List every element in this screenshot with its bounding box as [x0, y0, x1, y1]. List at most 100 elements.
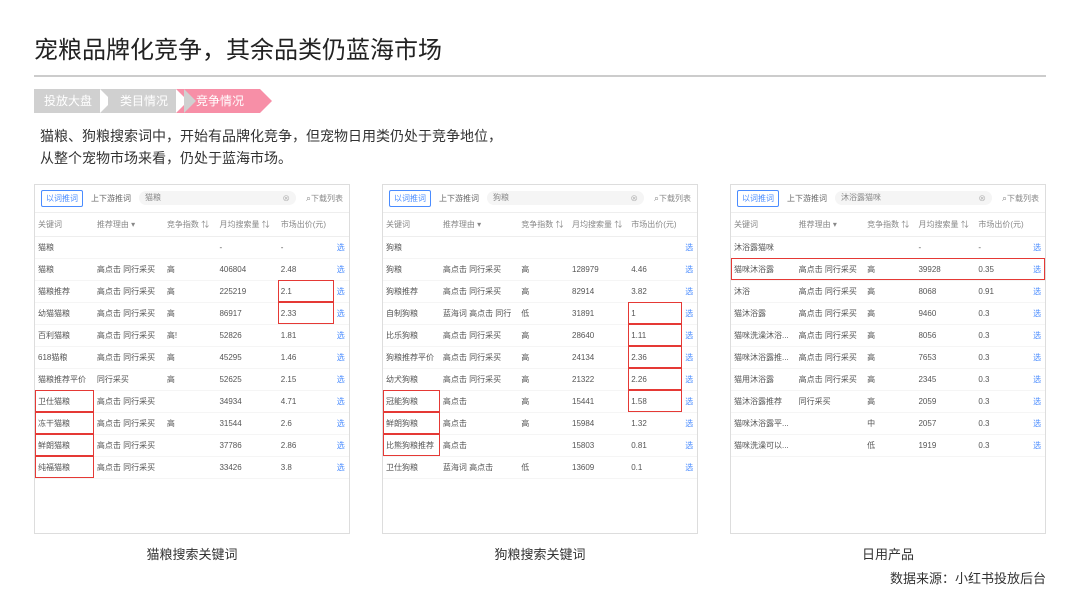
search-input[interactable]: 猫粮⊗ — [139, 191, 296, 205]
action-link[interactable]: 选 — [682, 368, 697, 390]
action-link[interactable]: 选 — [334, 456, 349, 478]
action-link[interactable]: 选 — [682, 390, 697, 412]
action-link[interactable]: 选 — [334, 368, 349, 390]
column-header[interactable]: 市场出价(元) — [278, 213, 334, 237]
volume-cell: 31544 — [216, 412, 277, 434]
column-header[interactable]: 关键词 — [731, 213, 796, 237]
volume-cell: 82914 — [569, 280, 628, 302]
action-link[interactable]: 选 — [334, 434, 349, 456]
tab-updown[interactable]: 上下游推词 — [783, 191, 831, 206]
reason-cell: 高点击 同行采买 — [94, 346, 164, 368]
clear-icon[interactable]: ⊗ — [978, 191, 986, 205]
tab-updown[interactable]: 上下游推词 — [87, 191, 135, 206]
column-header[interactable]: 市场出价(元) — [975, 213, 1030, 237]
clear-icon[interactable]: ⊗ — [282, 191, 290, 205]
action-link[interactable]: 选 — [682, 346, 697, 368]
bid-cell: 1.46 — [278, 346, 334, 368]
clear-icon[interactable]: ⊗ — [630, 191, 638, 205]
action-link[interactable]: 选 — [1030, 236, 1045, 258]
table-row: 狗粮推荐高点击 同行采买高829143.82选 — [383, 280, 697, 302]
action-link[interactable]: 选 — [1030, 324, 1045, 346]
action-link[interactable]: 选 — [682, 302, 697, 324]
keyword-cell: 狗粮推荐 — [383, 280, 440, 302]
bid-cell: 4.71 — [278, 390, 334, 412]
column-header[interactable]: 市场出价(元) — [628, 213, 682, 237]
bid-cell: 0.91 — [975, 280, 1030, 302]
column-header[interactable]: 月均搜索量 ⇅ — [915, 213, 975, 237]
column-header[interactable]: 关键词 — [383, 213, 440, 237]
keyword-cell: 自制狗粮 — [383, 302, 440, 324]
tab-updown[interactable]: 上下游推词 — [435, 191, 483, 206]
column-header[interactable]: 月均搜索量 ⇅ — [216, 213, 277, 237]
volume-cell: 15441 — [569, 390, 628, 412]
column-header[interactable] — [334, 213, 349, 237]
tab-word-suggest[interactable]: 以词推词 — [389, 190, 431, 207]
comp-cell: 高 — [518, 412, 569, 434]
download-link[interactable]: 下载列表 — [1007, 193, 1039, 204]
action-link[interactable]: 选 — [334, 390, 349, 412]
bid-cell: 0.3 — [975, 368, 1030, 390]
action-link[interactable]: 选 — [682, 412, 697, 434]
keyword-cell: 幼猫猫粮 — [35, 302, 94, 324]
tab-word-suggest[interactable]: 以词推词 — [737, 190, 779, 207]
action-link[interactable]: 选 — [682, 236, 697, 258]
action-link[interactable]: 选 — [1030, 346, 1045, 368]
comp-cell: 高 — [164, 258, 217, 280]
tab-word-suggest[interactable]: 以词推词 — [41, 190, 83, 207]
reason-cell: 高点击 同行采买 — [94, 280, 164, 302]
action-link[interactable]: 选 — [682, 434, 697, 456]
column-header[interactable]: 月均搜索量 ⇅ — [569, 213, 628, 237]
download-link[interactable]: 下载列表 — [659, 193, 691, 204]
volume-cell: 2057 — [915, 412, 975, 434]
volume-cell: - — [216, 236, 277, 258]
action-link[interactable]: 选 — [1030, 390, 1045, 412]
panel-dog-food: 以词推词 上下游推词 狗粮⊗ ⌕ 下载列表 关键词推荐理由 ▾竞争指数 ⇅月均搜… — [382, 184, 698, 534]
column-header[interactable]: 推荐理由 ▾ — [796, 213, 864, 237]
table-row: 猫咪沐浴露推...高点击 同行采买高76530.3选 — [731, 346, 1045, 368]
keyword-cell: 卫仕狗粮 — [383, 456, 440, 478]
keyword-cell: 猫咪沐浴露推... — [731, 346, 796, 368]
volume-cell: 28640 — [569, 324, 628, 346]
download-link[interactable]: 下载列表 — [311, 193, 343, 204]
column-header[interactable] — [682, 213, 697, 237]
column-header[interactable] — [1030, 213, 1045, 237]
action-link[interactable]: 选 — [334, 236, 349, 258]
volume-cell: 15984 — [569, 412, 628, 434]
column-header[interactable]: 竞争指数 ⇅ — [164, 213, 217, 237]
action-link[interactable]: 选 — [334, 346, 349, 368]
action-link[interactable]: 选 — [334, 412, 349, 434]
action-link[interactable]: 选 — [334, 302, 349, 324]
table-row: 猫粮--选 — [35, 236, 349, 258]
action-link[interactable]: 选 — [682, 280, 697, 302]
search-input[interactable]: 沐浴露猫咪⊗ — [835, 191, 992, 205]
column-header[interactable]: 关键词 — [35, 213, 94, 237]
action-link[interactable]: 选 — [1030, 280, 1045, 302]
action-link[interactable]: 选 — [334, 280, 349, 302]
action-link[interactable]: 选 — [1030, 412, 1045, 434]
bid-cell — [628, 236, 682, 258]
comp-cell: 高 — [864, 302, 915, 324]
action-link[interactable]: 选 — [682, 324, 697, 346]
page-title: 宠粮品牌化竞争，其余品类仍蓝海市场 — [34, 30, 1046, 65]
column-header[interactable]: 竞争指数 ⇅ — [518, 213, 569, 237]
keyword-cell: 鲜朗猫粮 — [35, 434, 94, 456]
bid-cell: - — [278, 236, 334, 258]
search-input[interactable]: 狗粮⊗ — [487, 191, 644, 205]
comp-cell — [864, 236, 915, 258]
volume-cell: 2059 — [915, 390, 975, 412]
column-header[interactable]: 竞争指数 ⇅ — [864, 213, 915, 237]
column-header[interactable]: 推荐理由 ▾ — [440, 213, 518, 237]
comp-cell: 高 — [864, 324, 915, 346]
action-link[interactable]: 选 — [682, 456, 697, 478]
comp-cell — [518, 434, 569, 456]
action-link[interactable]: 选 — [1030, 302, 1045, 324]
action-link[interactable]: 选 — [334, 258, 349, 280]
action-link[interactable]: 选 — [1030, 434, 1045, 456]
reason-cell — [94, 236, 164, 258]
action-link[interactable]: 选 — [1030, 368, 1045, 390]
column-header[interactable]: 推荐理由 ▾ — [94, 213, 164, 237]
volume-cell: 1919 — [915, 434, 975, 456]
action-link[interactable]: 选 — [1030, 258, 1045, 280]
action-link[interactable]: 选 — [682, 258, 697, 280]
action-link[interactable]: 选 — [334, 324, 349, 346]
